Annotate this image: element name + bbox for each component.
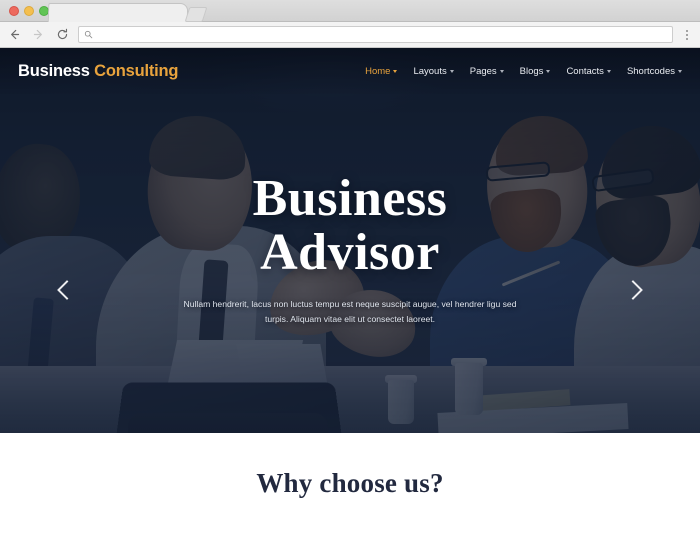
hero-heading: Business Advisor <box>253 172 448 279</box>
browser-toolbar <box>0 22 700 48</box>
site-logo[interactable]: Business Consulting <box>18 61 179 81</box>
chevron-down-icon <box>606 69 611 73</box>
search-icon <box>84 30 93 39</box>
hero-heading-line2: Advisor <box>260 223 440 281</box>
why-choose-us-section: Why choose us? <box>0 433 700 533</box>
carousel-next-button[interactable] <box>618 270 648 310</box>
site-header: Business Consulting Home Layouts Pages B… <box>0 48 700 94</box>
chevron-down-icon <box>546 69 551 73</box>
chevron-down-icon <box>678 69 682 73</box>
new-tab-button[interactable] <box>184 7 208 22</box>
address-bar[interactable] <box>78 26 673 43</box>
page-viewport: Business Consulting Home Layouts Pages B… <box>0 48 700 533</box>
section-title: Why choose us? <box>256 467 444 498</box>
hero-subtitle: Nullam hendrerit, lacus non luctus tempu… <box>183 298 517 324</box>
nav-item-blogs[interactable]: Blogs <box>520 66 551 77</box>
back-arrow-icon[interactable] <box>6 26 23 43</box>
main-navigation: Home Layouts Pages Blogs Contacts Shortc… <box>365 66 682 77</box>
minimize-window-button[interactable] <box>24 6 34 16</box>
nav-label: Contacts <box>566 65 604 77</box>
browser-tab[interactable] <box>47 3 189 22</box>
nav-label: Home <box>365 65 391 77</box>
browser-menu-icon[interactable] <box>680 26 694 43</box>
browser-titlebar <box>0 0 700 22</box>
window-controls <box>9 6 49 16</box>
chevron-down-icon <box>499 69 504 73</box>
nav-label: Pages <box>469 65 497 77</box>
carousel-prev-button[interactable] <box>52 270 82 310</box>
reload-icon[interactable] <box>54 26 71 43</box>
chevron-down-icon <box>449 69 454 73</box>
hero-section: Business Consulting Home Layouts Pages B… <box>0 48 700 433</box>
brand-name-primary: Business <box>18 61 90 80</box>
browser-window: Business Consulting Home Layouts Pages B… <box>0 0 700 534</box>
hero-content: Business Advisor Nullam hendrerit, lacus… <box>0 48 700 433</box>
close-window-button[interactable] <box>9 6 19 16</box>
brand-name-accent: Consulting <box>94 61 179 80</box>
url-input[interactable] <box>98 29 667 40</box>
nav-label: Blogs <box>519 65 544 77</box>
chevron-right-icon <box>623 280 643 300</box>
nav-label: Layouts <box>413 65 447 77</box>
hero-heading-line1: Business <box>252 170 448 228</box>
nav-label: Shortcodes <box>626 65 675 77</box>
nav-item-home[interactable]: Home <box>365 65 398 77</box>
chevron-down-icon <box>393 69 398 73</box>
nav-item-layouts[interactable]: Layouts <box>413 65 454 77</box>
chevron-left-icon <box>57 280 77 300</box>
nav-item-contacts[interactable]: Contacts <box>566 66 611 77</box>
nav-item-pages[interactable]: Pages <box>470 66 504 77</box>
forward-arrow-icon[interactable] <box>30 26 47 43</box>
nav-item-shortcodes[interactable]: Shortcodes <box>627 66 682 77</box>
